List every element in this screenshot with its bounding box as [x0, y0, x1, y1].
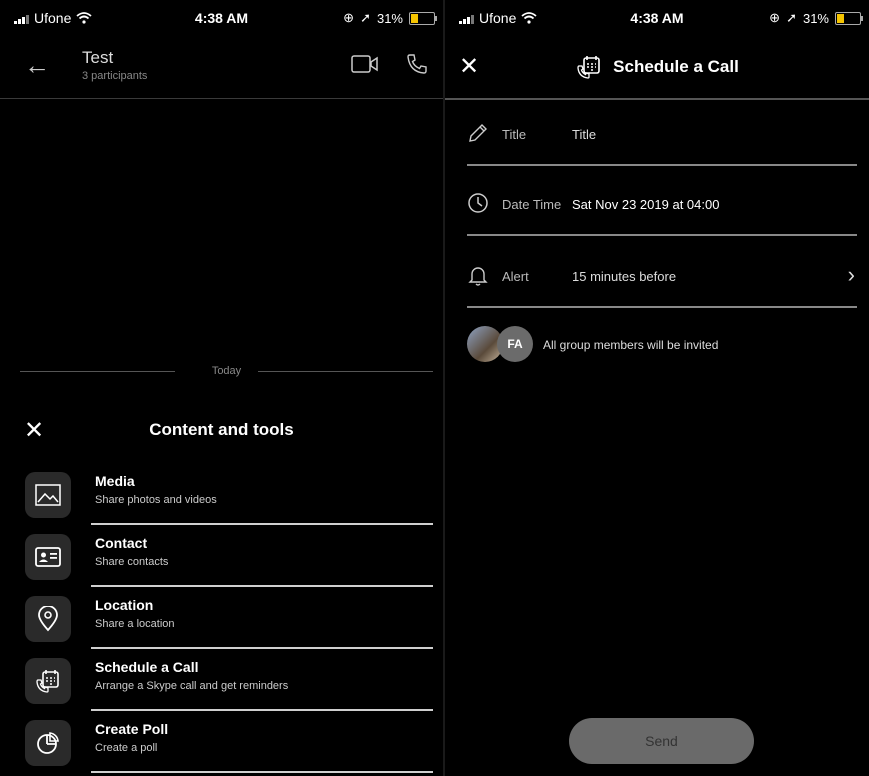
- datetime-value[interactable]: Sat Nov 23 2019 at 04:00: [572, 197, 719, 212]
- orientation-lock-icon: ⊕: [769, 10, 781, 25]
- clock-icon: [468, 193, 488, 213]
- separator: [91, 585, 433, 587]
- datetime-field[interactable]: Date Time Sat Nov 23 2019 at 04:00: [467, 172, 857, 236]
- title-input[interactable]: Title: [572, 127, 596, 142]
- tool-desc: Share contacts: [95, 556, 169, 568]
- location-arrow-icon: ➚: [786, 10, 797, 25]
- schedule-call-panel: Ufone 4:38 AM ⊕ ➚ 31% ✕ Schedule a Call …: [445, 0, 869, 776]
- alert-label: Alert: [502, 269, 529, 284]
- chat-participants: 3 participants: [82, 70, 148, 82]
- tool-desc: Arrange a Skype call and get reminders: [95, 680, 289, 692]
- battery-icon: [835, 11, 863, 25]
- status-right: ⊕ ➚ 31%: [343, 10, 437, 26]
- content-tools-title: Content and tools: [149, 420, 294, 439]
- datetime-label: Date Time: [502, 197, 562, 212]
- poll-icon: [25, 720, 71, 766]
- tool-desc: Share photos and videos: [95, 494, 217, 506]
- tool-contact[interactable]: Contact Share contacts: [0, 529, 443, 591]
- schedule-title: Schedule a Call: [613, 57, 739, 76]
- title-field[interactable]: Title Title: [467, 102, 857, 166]
- bell-icon: [468, 267, 488, 286]
- tool-desc: Share a location: [95, 618, 175, 630]
- separator: [91, 523, 433, 525]
- alert-field[interactable]: Alert 15 minutes before ›: [467, 244, 857, 308]
- contact-card-icon: [25, 534, 71, 580]
- tool-desc: Create a poll: [95, 742, 158, 754]
- invite-text: All group members will be invited: [543, 338, 719, 352]
- schedule-header: ✕ Schedule a Call: [445, 38, 869, 100]
- alert-value: 15 minutes before: [572, 269, 677, 284]
- status-right: ⊕ ➚ 31%: [769, 10, 863, 26]
- tool-title: Media: [95, 473, 135, 489]
- status-bar: Ufone 4:38 AM ⊕ ➚ 31%: [445, 0, 869, 36]
- invite-row: FA All group members will be invited: [467, 326, 857, 366]
- chat-title: Test: [82, 48, 114, 67]
- send-button[interactable]: Send: [569, 718, 754, 764]
- schedule-call-icon: [577, 56, 600, 79]
- separator: [91, 709, 433, 711]
- video-call-icon[interactable]: [351, 54, 379, 74]
- tool-title: Contact: [95, 535, 148, 551]
- content-tools-header: ✕ Content and tools: [0, 412, 443, 448]
- separator: [91, 647, 433, 649]
- tool-create-poll[interactable]: Create Poll Create a poll: [0, 715, 443, 776]
- image-icon: [25, 472, 71, 518]
- phone-call-icon[interactable]: [405, 52, 429, 76]
- schedule-call-icon: [25, 658, 71, 704]
- date-divider: Today: [20, 362, 433, 382]
- avatar-initials: FA: [497, 326, 533, 362]
- battery-percent: 31%: [802, 10, 829, 26]
- title-label: Title: [502, 127, 527, 142]
- battery-percent: 31%: [376, 10, 403, 26]
- tool-media[interactable]: Media Share photos and videos: [0, 467, 443, 529]
- chat-header: ← Test 3 participants: [0, 38, 443, 99]
- status-bar: Ufone 4:38 AM ⊕ ➚ 31%: [0, 0, 443, 36]
- orientation-lock-icon: ⊕: [343, 10, 355, 25]
- tool-title: Schedule a Call: [95, 659, 199, 675]
- tool-location[interactable]: Location Share a location: [0, 591, 443, 653]
- location-arrow-icon: ➚: [360, 10, 371, 25]
- separator: [91, 771, 433, 773]
- schedule-title-wrap: Schedule a Call: [445, 54, 869, 80]
- pencil-icon: [469, 124, 487, 142]
- chat-panel: Ufone 4:38 AM ⊕ ➚ 31% ← Test 3 participa…: [0, 0, 443, 776]
- tool-title: Location: [95, 597, 154, 613]
- location-pin-icon: [25, 596, 71, 642]
- chevron-right-icon[interactable]: ›: [848, 262, 855, 288]
- tool-schedule-call[interactable]: Schedule a Call Arrange a Skype call and…: [0, 653, 443, 715]
- back-arrow-icon[interactable]: ←: [24, 50, 50, 81]
- battery-icon: [409, 11, 437, 25]
- tool-title: Create Poll: [95, 721, 169, 737]
